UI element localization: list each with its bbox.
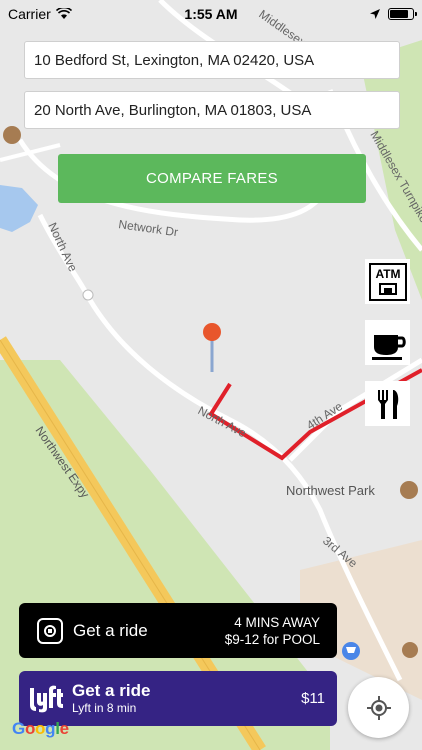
location-pin[interactable]: [203, 323, 221, 341]
from-address-field[interactable]: 10 Bedford St, Lexington, MA 02420, USA: [24, 41, 400, 79]
lyft-logo-icon: [30, 685, 63, 712]
carrier-label: Carrier: [8, 6, 51, 22]
crosshair-icon: [366, 695, 391, 720]
uber-ride-card[interactable]: Get a ride 4 MINS AWAY $9-12 for POOL: [19, 603, 337, 658]
status-left: Carrier: [8, 6, 72, 22]
wifi-icon: [55, 8, 72, 19]
map-marker: [82, 289, 94, 301]
lyft-eta: Lyft in 8 min: [72, 701, 137, 715]
atm-filter-button[interactable]: ATM: [365, 259, 410, 304]
battery-icon: [388, 8, 417, 20]
uber-logo-icon: [37, 617, 63, 644]
coffee-cup-icon: [371, 334, 406, 360]
location-arrow-icon: [370, 9, 380, 19]
park-marker-icon[interactable]: [400, 481, 418, 499]
google-logo: Google: [12, 719, 69, 739]
lyft-price: $11: [301, 690, 325, 707]
coffee-filter-button[interactable]: [365, 320, 410, 365]
my-location-button[interactable]: [348, 677, 409, 738]
uber-eta: 4 MINS AWAY: [234, 614, 320, 630]
lyft-ride-card[interactable]: Get a ride Lyft in 8 min $11: [19, 671, 337, 726]
atm-icon: ATM: [368, 262, 407, 301]
lyft-text: Get a ride Lyft in 8 min: [72, 681, 150, 716]
uber-get-ride-label: Get a ride: [73, 620, 148, 640]
uber-info: 4 MINS AWAY $9-12 for POOL: [225, 614, 320, 648]
northwest-park-label: Northwest Park: [286, 483, 375, 498]
status-time: 1:55 AM: [184, 6, 238, 22]
status-right: [370, 8, 417, 20]
compare-fares-button[interactable]: COMPARE FARES: [58, 154, 366, 203]
place-marker-icon[interactable]: [3, 126, 21, 144]
uber-price: $9-12 for POOL: [224, 631, 320, 647]
poi-marker-icon[interactable]: [402, 642, 418, 658]
fork-knife-icon: [377, 389, 398, 419]
to-address-field[interactable]: 20 North Ave, Burlington, MA 01803, USA: [24, 91, 400, 129]
atm-text: ATM: [375, 267, 400, 281]
google-logo-text: Google: [12, 719, 69, 738]
restaurant-filter-button[interactable]: [365, 381, 410, 426]
lyft-get-ride-label: Get a ride: [72, 681, 151, 700]
status-bar: Carrier 1:55 AM: [0, 0, 422, 28]
